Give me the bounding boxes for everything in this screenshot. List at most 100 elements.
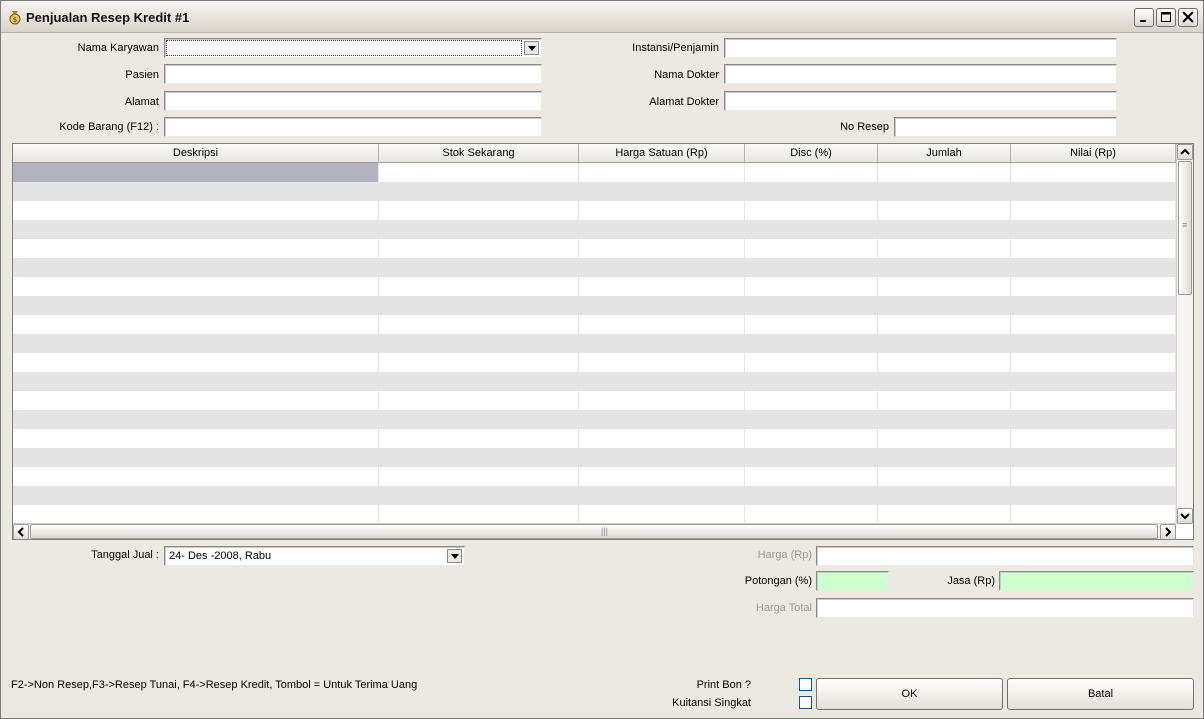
table-cell[interactable] xyxy=(379,486,579,505)
alamat-field[interactable] xyxy=(164,91,542,111)
table-row[interactable] xyxy=(13,467,1176,486)
table-cell[interactable] xyxy=(1011,220,1176,239)
table-cell[interactable] xyxy=(1011,486,1176,505)
column-header-harga-satuan[interactable]: Harga Satuan (Rp) xyxy=(579,144,745,163)
table-cell[interactable] xyxy=(379,467,579,486)
table-cell[interactable] xyxy=(13,391,379,410)
batal-button[interactable]: Batal xyxy=(1007,678,1194,710)
table-cell[interactable] xyxy=(878,429,1011,448)
table-cell[interactable] xyxy=(1011,239,1176,258)
column-header-jumlah[interactable]: Jumlah xyxy=(878,144,1011,163)
harga-total-field[interactable] xyxy=(816,598,1194,618)
table-row[interactable] xyxy=(13,182,1176,201)
table-row[interactable] xyxy=(13,277,1176,296)
calendar-dropdown-icon[interactable] xyxy=(447,549,462,563)
nama-dokter-field[interactable] xyxy=(724,64,1117,84)
kuitansi-checkbox[interactable] xyxy=(799,696,812,709)
potongan-field[interactable] xyxy=(816,571,889,591)
table-cell[interactable] xyxy=(379,277,579,296)
table-cell[interactable] xyxy=(579,429,745,448)
table-row[interactable] xyxy=(13,505,1176,524)
table-cell[interactable] xyxy=(878,239,1011,258)
table-cell[interactable] xyxy=(579,467,745,486)
table-cell[interactable] xyxy=(745,277,878,296)
column-header-deskripsi[interactable]: Deskripsi xyxy=(13,144,379,163)
table-row[interactable] xyxy=(13,163,1176,182)
horizontal-scrollbar[interactable]: ||| xyxy=(13,523,1176,539)
table-cell[interactable] xyxy=(379,258,579,277)
column-header-nilai[interactable]: Nilai (Rp) xyxy=(1011,144,1176,163)
table-cell[interactable] xyxy=(878,296,1011,315)
scroll-down-button[interactable] xyxy=(1177,508,1193,524)
table-cell[interactable] xyxy=(878,391,1011,410)
close-button[interactable] xyxy=(1178,8,1198,27)
alamat-dokter-field[interactable] xyxy=(724,91,1117,111)
table-cell[interactable] xyxy=(379,448,579,467)
title-bar[interactable]: $ Penjualan Resep Kredit #1 xyxy=(1,1,1203,33)
table-cell[interactable] xyxy=(579,334,745,353)
table-cell[interactable] xyxy=(13,296,379,315)
table-cell[interactable] xyxy=(1011,429,1176,448)
table-cell[interactable] xyxy=(878,182,1011,201)
table-cell[interactable] xyxy=(379,391,579,410)
no-resep-field[interactable] xyxy=(894,117,1117,137)
table-cell[interactable] xyxy=(13,182,379,201)
table-cell[interactable] xyxy=(579,182,745,201)
table-row[interactable] xyxy=(13,372,1176,391)
table-row[interactable] xyxy=(13,239,1176,258)
scroll-right-button[interactable] xyxy=(1160,524,1176,539)
table-row[interactable] xyxy=(13,296,1176,315)
table-cell[interactable] xyxy=(745,410,878,429)
table-row[interactable] xyxy=(13,391,1176,410)
table-cell[interactable] xyxy=(13,220,379,239)
table-cell[interactable] xyxy=(745,201,878,220)
table-cell[interactable] xyxy=(878,315,1011,334)
table-cell[interactable] xyxy=(379,220,579,239)
table-cell[interactable] xyxy=(1011,182,1176,201)
table-cell[interactable] xyxy=(745,258,878,277)
table-cell[interactable] xyxy=(379,296,579,315)
table-cell[interactable] xyxy=(1011,391,1176,410)
table-cell[interactable] xyxy=(745,334,878,353)
table-cell[interactable] xyxy=(379,334,579,353)
tanggal-jual-picker[interactable]: 24- Des -2008, Rabu xyxy=(164,546,465,566)
table-cell[interactable] xyxy=(745,505,878,524)
table-cell[interactable] xyxy=(379,163,579,182)
table-row[interactable] xyxy=(13,429,1176,448)
table-cell[interactable] xyxy=(13,410,379,429)
table-cell[interactable] xyxy=(13,201,379,220)
table-cell[interactable] xyxy=(1011,277,1176,296)
table-row[interactable] xyxy=(13,315,1176,334)
table-cell[interactable] xyxy=(745,182,878,201)
vertical-scrollbar[interactable]: ≡ xyxy=(1176,144,1193,524)
table-cell[interactable] xyxy=(13,334,379,353)
column-header-disc[interactable]: Disc (%) xyxy=(745,144,878,163)
table-cell[interactable] xyxy=(379,410,579,429)
instansi-field[interactable] xyxy=(724,38,1117,58)
table-cell[interactable] xyxy=(878,448,1011,467)
table-cell[interactable] xyxy=(878,277,1011,296)
table-row[interactable] xyxy=(13,258,1176,277)
maximize-button[interactable] xyxy=(1156,8,1176,27)
table-cell[interactable] xyxy=(1011,258,1176,277)
table-cell[interactable] xyxy=(579,410,745,429)
dropdown-arrow-icon[interactable] xyxy=(524,41,539,55)
table-cell[interactable] xyxy=(379,505,579,524)
table-cell[interactable] xyxy=(745,315,878,334)
print-bon-checkbox[interactable] xyxy=(799,678,812,691)
table-cell[interactable] xyxy=(878,410,1011,429)
table-row[interactable] xyxy=(13,486,1176,505)
table-cell[interactable] xyxy=(379,353,579,372)
scroll-up-button[interactable] xyxy=(1177,144,1193,160)
table-cell[interactable] xyxy=(1011,334,1176,353)
table-cell[interactable] xyxy=(745,448,878,467)
table-cell[interactable] xyxy=(13,372,379,391)
table-cell[interactable] xyxy=(745,467,878,486)
table-cell[interactable] xyxy=(878,201,1011,220)
table-cell[interactable] xyxy=(13,505,379,524)
table-cell[interactable] xyxy=(1011,201,1176,220)
table-cell[interactable] xyxy=(1011,448,1176,467)
table-cell[interactable] xyxy=(878,258,1011,277)
table-cell[interactable] xyxy=(579,486,745,505)
kode-barang-field[interactable] xyxy=(164,117,542,137)
